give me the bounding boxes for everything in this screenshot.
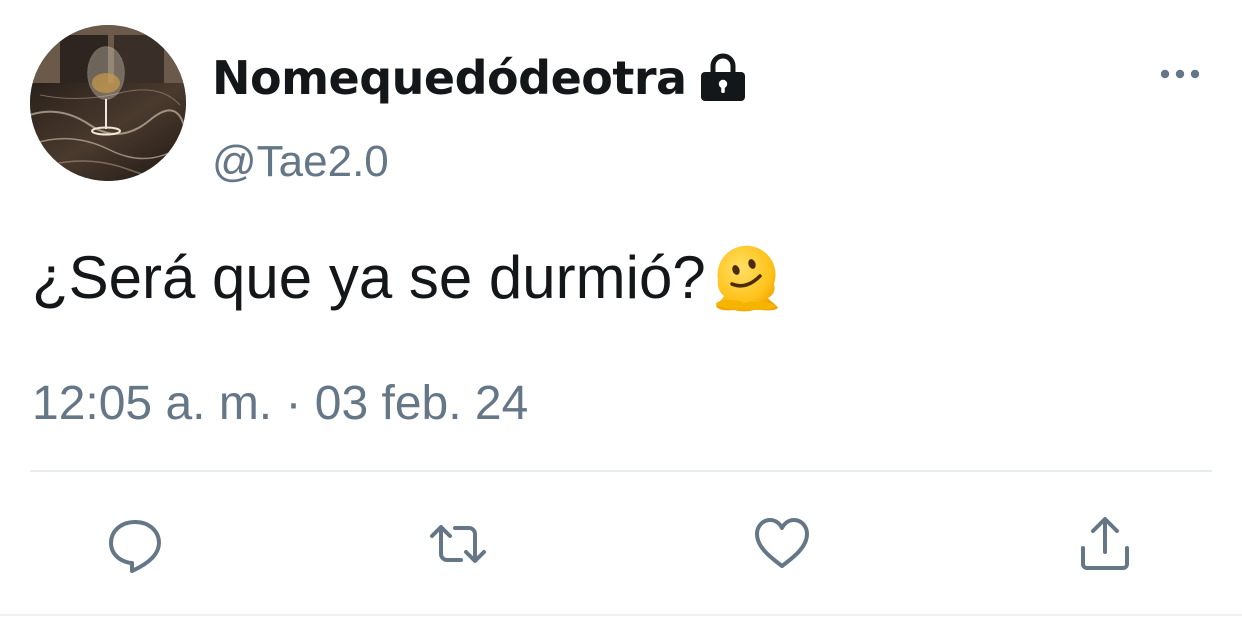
reply-icon: [109, 520, 161, 573]
bottom-divider: [0, 614, 1242, 616]
avatar[interactable]: [30, 25, 186, 181]
handle[interactable]: @Tae2.0: [212, 137, 389, 187]
display-name[interactable]: Nomequedódeotra: [212, 51, 687, 105]
tweet-text-content: ¿Será que ya se durmió?: [32, 243, 706, 311]
avatar-image: [30, 25, 186, 181]
melting-face-emoji: [710, 240, 784, 314]
timestamp[interactable]: 12:05 a. m. · 03 feb. 24: [32, 376, 528, 431]
author-name-row: Nomequedódeotra: [212, 50, 749, 106]
divider: [30, 470, 1212, 472]
tweet-text: ¿Será que ya se durmió?: [32, 240, 784, 314]
lock-icon: [697, 53, 749, 103]
more-icon[interactable]: [1158, 64, 1202, 84]
share-button[interactable]: [1075, 514, 1135, 574]
share-icon: [1081, 517, 1129, 570]
reply-button[interactable]: [105, 514, 165, 574]
tweet-card: Nomequedódeotra @Tae2.0 ¿Será que ya se …: [0, 0, 1242, 636]
retweet-icon: [430, 525, 486, 563]
retweet-button[interactable]: [428, 514, 488, 574]
like-button[interactable]: [752, 514, 812, 574]
heart-icon: [755, 518, 809, 568]
